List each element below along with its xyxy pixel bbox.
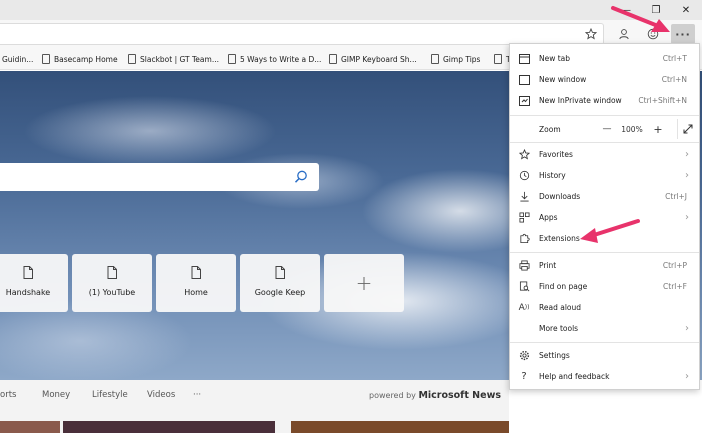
zoom-out-button[interactable]: —	[595, 121, 619, 137]
add-quick-link-button[interactable]: +	[324, 254, 404, 312]
quick-link-tile[interactable]: Home	[156, 254, 236, 312]
web-search-box[interactable]	[0, 163, 319, 191]
search-icon[interactable]	[293, 169, 309, 185]
menu-separator	[510, 252, 699, 253]
menu-item-read-aloud[interactable]: A)) Read aloud	[510, 297, 699, 318]
help-icon: ?	[521, 371, 527, 382]
page-icon	[128, 54, 136, 64]
apps-icon	[518, 212, 530, 224]
quick-link-tile[interactable]: Google Keep	[240, 254, 320, 312]
menu-item-help-and-feedback[interactable]: ? Help and feedback ›	[510, 366, 699, 387]
news-card[interactable]	[0, 421, 60, 433]
menu-separator	[510, 342, 699, 343]
printer-icon	[518, 260, 530, 272]
find-icon	[518, 281, 530, 293]
menu-item-new-tab[interactable]: New tab Ctrl+T	[510, 48, 699, 69]
chevron-right-icon: ›	[685, 170, 689, 181]
bookmark-item[interactable]: Slackbot | GT Team...	[128, 53, 219, 65]
page-icon	[191, 266, 201, 279]
gear-icon	[518, 350, 530, 362]
menu-item-more-tools[interactable]: More tools ›	[510, 318, 699, 339]
zoom-level: 100%	[621, 124, 643, 134]
powered-by-label: powered by Microsoft News	[369, 390, 501, 401]
page-icon	[23, 266, 33, 279]
quick-link-tile[interactable]: (1) YouTube	[72, 254, 152, 312]
chevron-right-icon: ›	[685, 149, 689, 160]
bookmark-item[interactable]: Guidin...	[2, 53, 33, 65]
news-card[interactable]	[63, 421, 275, 433]
page-icon	[228, 54, 236, 64]
chevron-right-icon: ›	[685, 323, 689, 334]
menu-item-favorites[interactable]: Favorites ›	[510, 144, 699, 165]
page-icon	[107, 266, 117, 279]
settings-menu: New tab Ctrl+T New window Ctrl+N New InP…	[509, 43, 700, 390]
menu-item-downloads[interactable]: Downloads Ctrl+J	[510, 186, 699, 207]
page-icon	[275, 266, 285, 279]
chevron-right-icon: ›	[685, 212, 689, 223]
menu-item-find-on-page[interactable]: Find on page Ctrl+F	[510, 276, 699, 297]
quick-link-label: Google Keep	[254, 288, 306, 297]
fullscreen-icon[interactable]	[677, 119, 697, 139]
history-icon	[518, 170, 530, 182]
page-icon	[431, 54, 439, 64]
menu-item-new-window[interactable]: New window Ctrl+N	[510, 69, 699, 90]
news-tab-lifestyle[interactable]: Lifestyle	[92, 390, 128, 400]
chevron-right-icon: ›	[685, 371, 689, 382]
new-tab-icon	[518, 53, 530, 65]
menu-item-new-inprivate-window[interactable]: New InPrivate window Ctrl+Shift+N	[510, 90, 699, 111]
star-icon	[518, 149, 530, 161]
quick-link-label: (1) YouTube	[88, 288, 136, 297]
news-tab-money[interactable]: Money	[42, 390, 70, 400]
menu-separator	[510, 142, 699, 143]
news-tab-videos[interactable]: Videos	[147, 390, 175, 400]
star-icon[interactable]	[580, 24, 602, 44]
quick-link-tile[interactable]: Handshake	[0, 254, 68, 312]
page-icon	[494, 54, 502, 64]
address-bar[interactable]	[0, 23, 604, 45]
profile-icon[interactable]	[613, 24, 635, 44]
quick-link-label: Home	[184, 288, 208, 297]
inprivate-icon	[518, 95, 530, 107]
page-icon	[42, 54, 50, 64]
bookmark-item[interactable]: Basecamp Home	[42, 53, 118, 65]
plus-icon: +	[355, 271, 373, 295]
menu-item-settings[interactable]: Settings	[510, 345, 699, 366]
close-window-button[interactable]: ✕	[672, 0, 700, 20]
quick-link-label: Handshake	[5, 288, 51, 297]
title-bar: — ❐ ✕	[0, 0, 702, 20]
menu-separator	[510, 115, 699, 116]
menu-item-apps[interactable]: Apps ›	[510, 207, 699, 228]
news-card[interactable]	[291, 421, 509, 433]
bookmark-item[interactable]: 5 Ways to Write a D...	[228, 53, 321, 65]
zoom-in-button[interactable]: +	[647, 121, 669, 137]
puzzle-icon	[518, 233, 530, 245]
bookmark-item[interactable]: Gimp Tips	[431, 53, 480, 65]
menu-item-extensions[interactable]: Extensions	[510, 228, 699, 249]
window-icon	[518, 74, 530, 86]
news-tab-sports[interactable]: orts	[0, 390, 16, 400]
bookmark-item[interactable]: GIMP Keyboard Sh...	[329, 53, 417, 65]
smiley-icon[interactable]	[642, 24, 664, 44]
menu-item-print[interactable]: Print Ctrl+P	[510, 255, 699, 276]
news-more-button[interactable]: ···	[193, 390, 201, 400]
page-icon	[329, 54, 337, 64]
menu-item-history[interactable]: History ›	[510, 165, 699, 186]
read-aloud-icon: A))	[518, 302, 530, 313]
minimize-button[interactable]: —	[612, 0, 640, 20]
download-icon	[518, 191, 530, 203]
settings-and-more-button[interactable]: ···	[671, 24, 695, 44]
restore-button[interactable]: ❐	[642, 0, 670, 20]
